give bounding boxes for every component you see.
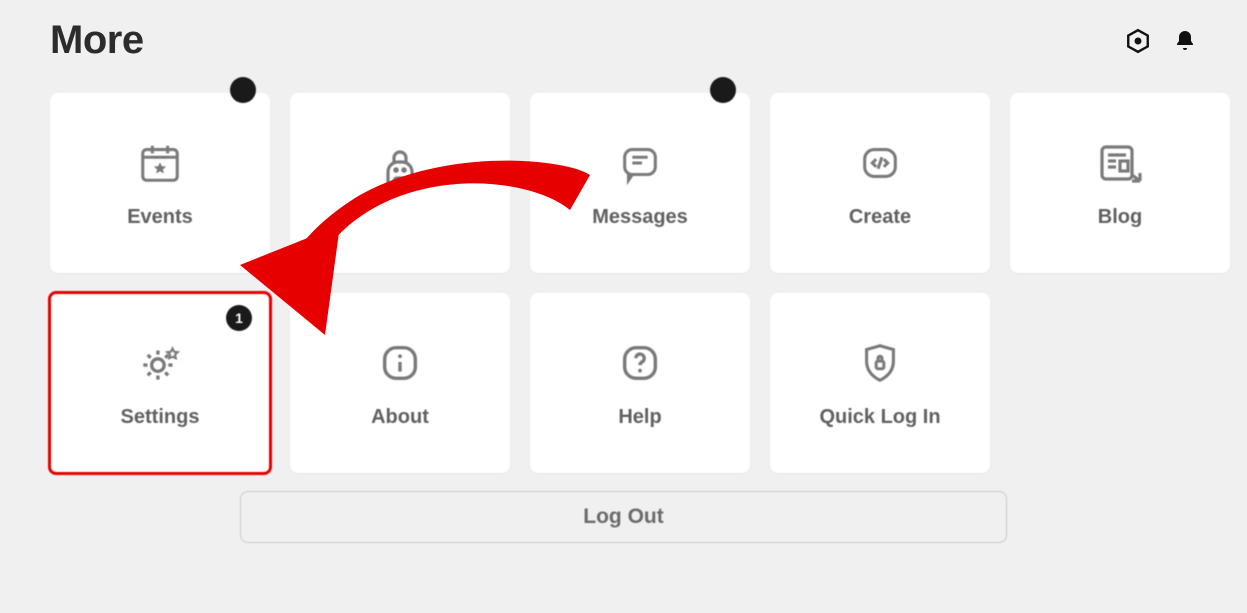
header: More (0, 0, 1247, 73)
badge: 1 (226, 305, 252, 331)
robux-icon[interactable] (1125, 28, 1151, 54)
news-icon (1096, 138, 1144, 188)
tile-label: Create (849, 206, 911, 229)
logout-row: Log Out (0, 483, 1247, 543)
message-icon (617, 138, 663, 188)
tile-label: Help (618, 406, 661, 429)
menu-grid: Events Messages (0, 73, 1247, 483)
tile-events[interactable]: Events (50, 93, 270, 273)
badge (710, 77, 736, 103)
tile-label: Messages (592, 206, 688, 229)
header-icons (1125, 28, 1197, 54)
tile-label: Settings (121, 406, 200, 429)
page-title: More (50, 18, 144, 63)
bell-icon[interactable] (1173, 29, 1197, 53)
tile-quick-log-in[interactable]: Quick Log In (770, 293, 990, 473)
code-icon (857, 138, 903, 188)
log-out-button[interactable]: Log Out (240, 491, 1007, 543)
tile-help[interactable]: Help (530, 293, 750, 473)
tile-messages[interactable]: Messages (530, 93, 750, 273)
tile-label: About (371, 406, 429, 429)
tile-label: Quick Log In (819, 406, 940, 429)
backpack-icon (376, 149, 424, 199)
tile-settings[interactable]: 1 Settings (50, 293, 270, 473)
badge (230, 77, 256, 103)
question-icon (617, 338, 663, 388)
tile-label: Events (127, 206, 193, 229)
tile-about[interactable]: About (290, 293, 510, 473)
tile-create[interactable]: Create (770, 93, 990, 273)
tile-blog[interactable]: Blog (1010, 93, 1230, 273)
tile-label: Blog (1098, 206, 1142, 229)
calendar-star-icon (137, 138, 183, 188)
shield-lock-icon (857, 338, 903, 388)
gear-icon (135, 338, 185, 388)
tile-inventory[interactable] (290, 93, 510, 273)
info-icon (377, 338, 423, 388)
